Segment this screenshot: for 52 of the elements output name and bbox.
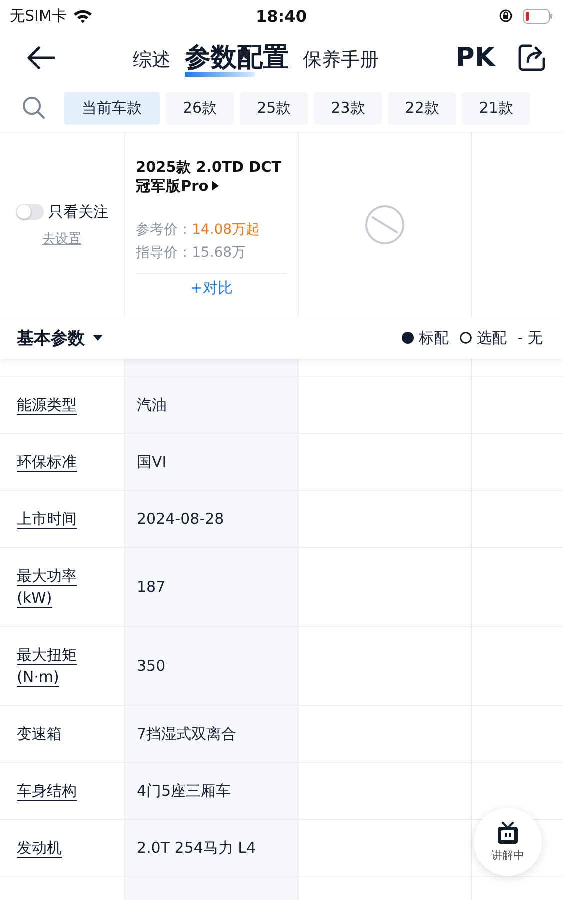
pk-button[interactable]: PK <box>456 43 495 73</box>
parameter-label[interactable]: 发动机 <box>17 837 62 859</box>
toggle-label: 只看关注 <box>48 202 108 222</box>
parameter-value: 国VI <box>137 452 167 472</box>
car-name-link[interactable]: 2025款 2.0TD DCT 冠军版Pro <box>136 159 287 197</box>
year-tab[interactable]: 21款 <box>462 92 530 124</box>
nav-tab[interactable]: 综述 <box>132 46 171 74</box>
search-icon <box>22 96 46 120</box>
tv-icon <box>496 822 520 846</box>
clock-time: 18:40 <box>256 6 307 26</box>
parameter-label[interactable]: 能源类型 <box>17 394 77 416</box>
rotation-lock-icon <box>499 9 513 23</box>
carrier-text: 无SIM卡 <box>10 6 67 26</box>
year-tab[interactable]: 25款 <box>240 92 308 124</box>
guide-price: 15.68万 <box>192 245 246 261</box>
toggle-switch[interactable] <box>16 204 44 220</box>
compare-button[interactable]: +对比 <box>190 279 233 297</box>
back-arrow-icon <box>26 46 56 70</box>
legend-label: - 无 <box>518 328 543 348</box>
parameter-value: 4门5座三厢车 <box>137 782 232 800</box>
year-tab[interactable]: 26款 <box>166 92 234 124</box>
parameter-label[interactable]: 环保标准 <box>17 451 77 473</box>
explain-button[interactable]: 讲解中 <box>474 808 542 876</box>
filled-dot-icon <box>402 332 414 344</box>
parameter-label[interactable]: 上市时间 <box>17 508 77 530</box>
year-tab[interactable]: 22款 <box>388 92 456 124</box>
parameter-value: 2024-08-28 <box>137 510 224 528</box>
nav-tab[interactable]: 保养手册 <box>302 46 379 74</box>
parameter-value: 350 <box>137 657 166 675</box>
caret-right-icon <box>210 181 219 191</box>
year-tab[interactable]: 当前车款 <box>64 92 160 124</box>
parameter-value: 汽油 <box>137 396 167 414</box>
section-dropdown[interactable]: 基本参数 <box>17 326 103 350</box>
share-icon <box>516 43 547 73</box>
legend-label: 标配 <box>418 328 449 348</box>
parameter-label[interactable]: 最大功率(kW) <box>17 565 107 609</box>
legend-label: 选配 <box>476 328 507 348</box>
battery-icon <box>523 8 553 24</box>
parameter-label[interactable]: 最大扭矩(N·m) <box>17 644 107 688</box>
prohibited-icon <box>365 205 405 245</box>
hollow-dot-icon <box>460 332 472 344</box>
parameter-value: 7挡湿式双离合 <box>137 724 237 744</box>
price-label: 参考价： <box>136 222 192 238</box>
parameter-value: 187 <box>137 578 166 596</box>
year-tab[interactable]: 23款 <box>314 92 382 124</box>
price-label: 指导价： <box>136 245 192 261</box>
parameter-label: 变速箱 <box>17 724 62 745</box>
wifi-icon <box>72 8 93 24</box>
parameter-value: 2.0T 254马力 L4 <box>137 838 256 858</box>
parameter-label[interactable]: 车身结构 <box>17 780 77 802</box>
caret-down-icon <box>93 335 103 341</box>
reference-price: 14.08万起 <box>192 222 260 238</box>
